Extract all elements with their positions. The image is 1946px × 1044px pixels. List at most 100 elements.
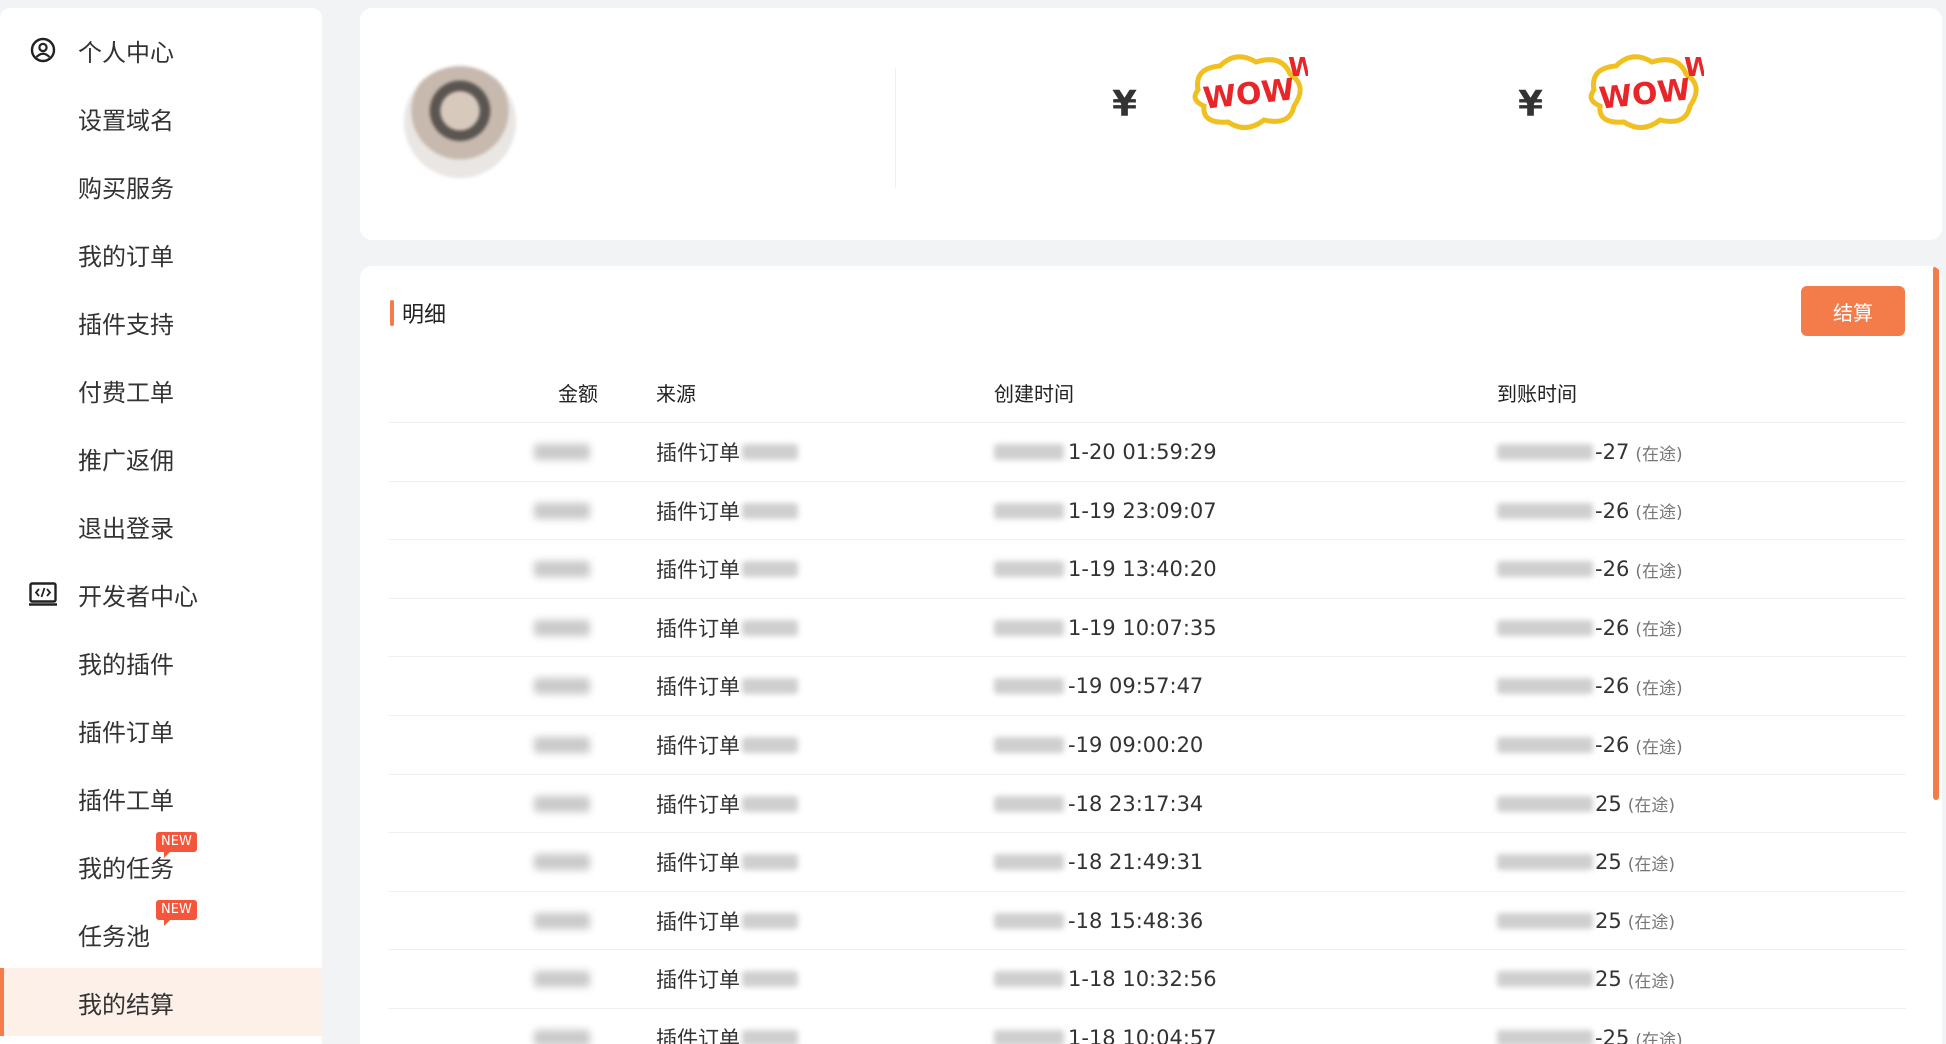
created-time-text: -19 09:00:20 xyxy=(1068,733,1204,757)
sidebar-item-label: 推广返佣 xyxy=(78,446,174,475)
created-time-text: 1-20 01:59:29 xyxy=(1068,440,1217,464)
sidebar-item-plugin-tickets[interactable]: 插件工单 xyxy=(0,764,322,832)
profile-card: ¥ WOW WOW!! ¥ WOW WOW!! xyxy=(360,8,1942,240)
created-time-cell: -18 21:49:31 xyxy=(994,833,1203,891)
source-cell: 插件订单 xyxy=(656,892,798,950)
source-text: 插件订单 xyxy=(656,558,740,583)
source-text: 插件订单 xyxy=(656,851,740,876)
sidebar-item-label: 购买服务 xyxy=(78,174,174,203)
sidebar-item-my-settlement[interactable]: 我的结算 xyxy=(0,968,322,1036)
sidebar-item-my-plugins[interactable]: 我的插件 xyxy=(0,628,322,696)
created-time-text: 1-19 23:09:07 xyxy=(1068,498,1217,523)
table-row: 插件订单 1-18 10:32:56 25 (在途) xyxy=(388,949,1906,1007)
sidebar-item-label: 退出登录 xyxy=(78,514,174,543)
arrived-time-text: 25 xyxy=(1595,791,1622,816)
source-cell: 插件订单 xyxy=(656,482,798,540)
header-arrived-time: 到账时间 xyxy=(1497,382,1577,406)
sidebar-item-my-tasks[interactable]: 我的任务 NEW xyxy=(0,832,322,900)
arrived-time-cell: -26 (在途) xyxy=(1497,657,1683,715)
arrived-time-cell: -26 (在途) xyxy=(1497,599,1683,657)
table-row: 插件订单 -19 09:57:47 -26 (在途) xyxy=(388,656,1906,714)
amount-cell xyxy=(528,1009,590,1044)
created-time-text: -18 21:49:31 xyxy=(1068,850,1204,875)
avatar xyxy=(404,66,516,178)
sidebar-item-buy-service[interactable]: 购买服务 xyxy=(0,152,322,220)
created-time-text: 1-19 10:07:35 xyxy=(1068,615,1217,640)
status-text: (在途) xyxy=(1635,561,1683,582)
arrived-time-text: 25 xyxy=(1595,850,1622,875)
sidebar-item-label: 我的任务 xyxy=(78,854,174,883)
status-text: (在途) xyxy=(1635,444,1683,465)
sidebar-section-personal-center[interactable]: 个人中心 xyxy=(0,16,322,84)
created-time-cell: 1-19 13:40:20 xyxy=(994,540,1217,598)
sidebar-item-plugin-support[interactable]: 插件支持 xyxy=(0,288,322,356)
source-cell: 插件订单 xyxy=(656,657,798,715)
sidebar-item-referral-rebate[interactable]: 推广返佣 xyxy=(0,424,322,492)
arrived-time-text: -26 xyxy=(1595,615,1630,640)
user-circle-icon xyxy=(28,35,58,65)
status-text: (在途) xyxy=(1627,913,1675,934)
created-time-text: -19 09:57:47 xyxy=(1068,674,1204,699)
table-row: 插件订单 -18 21:49:31 25 (在途) xyxy=(388,832,1906,890)
arrived-time-cell: -27 (在途) xyxy=(1497,423,1683,481)
amount-cell xyxy=(528,599,590,657)
amount-cell xyxy=(528,540,590,598)
detail-card: 明细 结算 金额 来源 创建时间 到账时间 插件订单 1-20 01:59:29 -… xyxy=(360,266,1942,1044)
arrived-time-text: -26 xyxy=(1595,498,1630,523)
sidebar-item-task-pool[interactable]: 任务池 NEW xyxy=(0,900,322,968)
amount-cell xyxy=(528,423,590,481)
amount-cell xyxy=(528,716,590,774)
arrived-time-cell: -26 (在途) xyxy=(1497,540,1683,598)
sidebar-item-set-domain[interactable]: 设置域名 xyxy=(0,84,322,152)
code-window-icon xyxy=(28,579,58,609)
settle-button[interactable]: 结算 xyxy=(1801,286,1905,336)
created-time-cell: 1-18 10:04:57 xyxy=(994,1009,1217,1044)
header-created-time: 创建时间 xyxy=(994,382,1074,406)
table-row: 插件订单 -18 23:17:34 25 (在途) xyxy=(388,773,1906,833)
source-cell: 插件订单 xyxy=(656,833,798,891)
sidebar-item-label: 插件支持 xyxy=(78,310,174,339)
status-text: (在途) xyxy=(1635,503,1683,524)
svg-text:WOW!!: WOW!! xyxy=(1684,53,1704,83)
table-row: 插件订单 1-19 23:09:07 -26 (在途) xyxy=(388,480,1906,540)
sidebar-item-label: 我的订单 xyxy=(78,242,174,271)
header-source: 来源 xyxy=(656,382,696,406)
table-row: 插件订单 1-20 01:59:29 -27 (在途) xyxy=(388,422,1906,480)
sidebar-item-my-orders[interactable]: 我的订单 xyxy=(0,220,322,288)
table-row: 插件订单 1-18 10:04:57 -25 (在途) xyxy=(388,1008,1906,1044)
status-text: (在途) xyxy=(1635,678,1683,699)
sidebar-item-label: 我的结算 xyxy=(78,990,174,1019)
wow-sticker-icon: WOW WOW!! xyxy=(1588,53,1704,130)
amount-cell xyxy=(528,482,590,540)
status-text: (在途) xyxy=(1635,620,1683,641)
source-cell: 插件订单 xyxy=(656,423,798,481)
table-row: 插件订单 1-19 13:40:20 -26 (在途) xyxy=(388,539,1906,597)
created-time-cell: -19 09:00:20 xyxy=(994,716,1203,774)
sidebar-item-paid-ticket[interactable]: 付费工单 xyxy=(0,356,322,424)
sidebar-section-developer-center[interactable]: 开发者中心 xyxy=(0,560,322,628)
source-text: 插件订单 xyxy=(656,1027,740,1044)
sidebar: 个人中心 设置域名 购买服务 我的订单 插件支持 付费工单 推广返佣 退出登录 … xyxy=(0,8,322,1044)
sidebar-item-plugin-orders[interactable]: 插件订单 xyxy=(0,696,322,764)
created-time-cell: 1-19 10:07:35 xyxy=(994,599,1217,657)
source-cell: 插件订单 xyxy=(656,775,798,833)
sidebar-item-label: 我的插件 xyxy=(78,650,174,679)
created-time-cell: -18 23:17:34 xyxy=(994,775,1203,833)
created-time-cell: 1-19 23:09:07 xyxy=(994,482,1217,540)
arrived-time-text: -25 xyxy=(1595,1026,1630,1044)
created-time-cell: 1-20 01:59:29 xyxy=(994,423,1217,481)
amount-cell xyxy=(528,775,590,833)
arrived-time-text: -26 xyxy=(1595,733,1630,757)
amount-cell xyxy=(528,833,590,891)
source-text: 插件订单 xyxy=(656,792,740,817)
scrollbar[interactable] xyxy=(1933,266,1939,800)
source-text: 插件订单 xyxy=(656,968,740,993)
sidebar-item-logout[interactable]: 退出登录 xyxy=(0,492,322,560)
source-cell: 插件订单 xyxy=(656,716,798,774)
amount-cell xyxy=(528,892,590,950)
arrived-time-text: 25 xyxy=(1595,908,1622,933)
source-cell: 插件订单 xyxy=(656,950,798,1008)
created-time-cell: -19 09:57:47 xyxy=(994,657,1203,715)
status-text: (在途) xyxy=(1627,796,1675,817)
sidebar-item-label: 插件订单 xyxy=(78,718,174,747)
